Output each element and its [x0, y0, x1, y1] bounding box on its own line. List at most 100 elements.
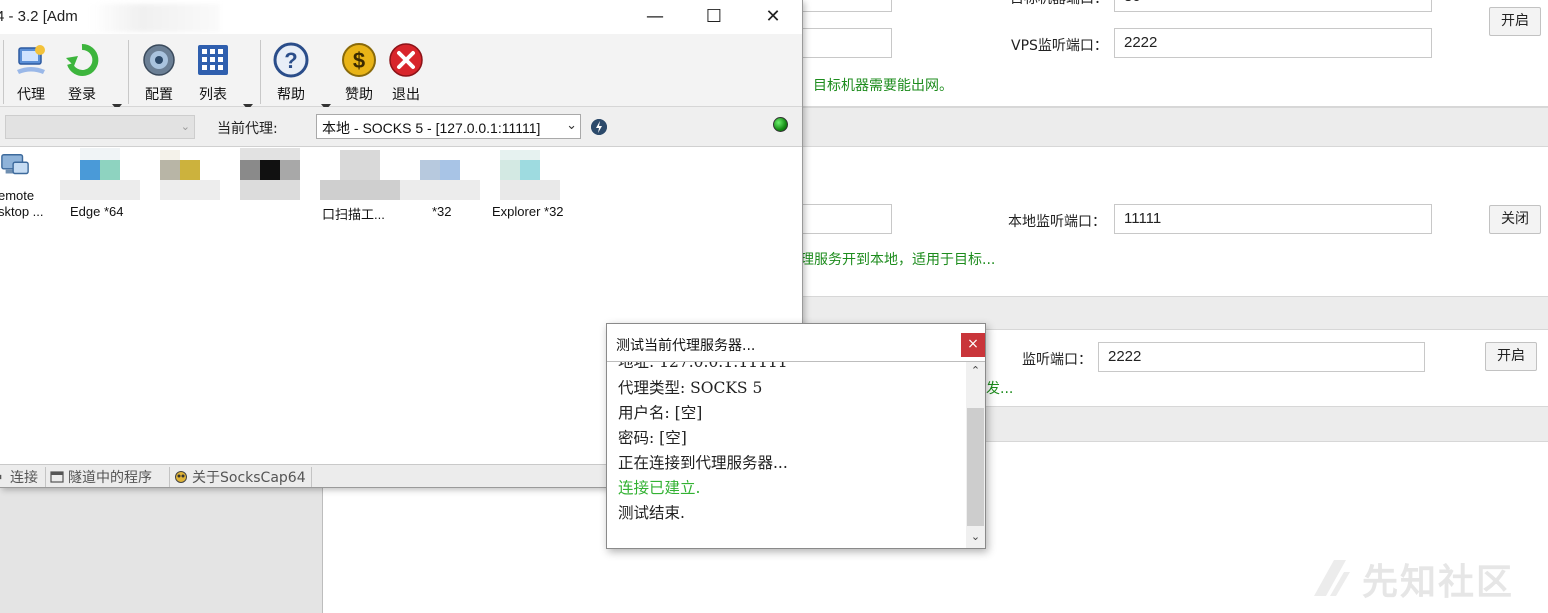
proxy-icon: [17, 45, 45, 74]
bg-local-port-input[interactable]: 11111: [1114, 204, 1432, 234]
list-label: 列表: [199, 87, 227, 103]
bg-start-button-2[interactable]: 开启: [1485, 342, 1537, 371]
svg-text:?: ?: [284, 48, 297, 73]
blurred-icon: [500, 160, 520, 180]
proxy-group-select[interactable]: ⌄: [5, 115, 195, 139]
bg-start-button-1[interactable]: 开启: [1489, 7, 1541, 36]
maximize-button[interactable]: ☐: [685, 0, 743, 34]
tab-connections[interactable]: 连接: [0, 467, 46, 487]
bg-note-outbound: 目标机器需要能出网。: [813, 78, 953, 94]
blurred-icon: [400, 180, 480, 200]
help-button[interactable]: ? 帮助: [266, 42, 316, 104]
bg-note-local: 理服务开到本地，适用于目标...: [800, 252, 996, 268]
chevron-down-icon: ⌄: [566, 117, 577, 132]
program-label: 口扫描工...: [322, 207, 385, 222]
toolbar: 代理 登录 配置 列表 ? 帮助 $ 赞助 退出: [0, 34, 802, 110]
exit-label: 退出: [392, 87, 420, 103]
blurred-icon: [500, 150, 540, 160]
log-line: 正在连接到代理服务器...: [618, 454, 788, 472]
toolbar-separator: [3, 40, 4, 104]
program-item[interactable]: [160, 148, 220, 202]
current-proxy-label: 当前代理:: [217, 121, 278, 137]
program-item[interactable]: Edge *64: [60, 148, 140, 224]
login-icon: [66, 43, 99, 76]
program-label: emote: [0, 188, 35, 203]
bg-listen-port-label: 监听端口：: [1022, 352, 1092, 368]
proxy-status-indicator: [773, 117, 788, 132]
list-button[interactable]: 列表: [188, 42, 238, 104]
config-button[interactable]: 配置: [134, 42, 184, 104]
login-label: 登录: [68, 87, 96, 103]
blurred-icon: [240, 148, 300, 160]
program-item[interactable]: Explorer *32: [480, 148, 580, 224]
bg-listen-port-input[interactable]: 2222: [1098, 342, 1425, 372]
blurred-icon: [80, 148, 120, 160]
dialog-title-bar: 测试当前代理服务器... ×: [607, 324, 985, 362]
test-proxy-dialog: 测试当前代理服务器... × 地址: 127.0.0.1:11111 代理类型:…: [606, 323, 986, 549]
donate-label: 赞助: [345, 87, 373, 103]
program-item[interactable]: emote sktop ...: [0, 148, 50, 224]
test-log: 地址: 127.0.0.1:11111 代理类型: SOCKS 5 用户名: […: [607, 362, 967, 548]
log-line: 密码: [空]: [618, 429, 687, 447]
test-proxy-icon[interactable]: [591, 119, 607, 135]
current-proxy-select[interactable]: 本地 - SOCKS 5 - [127.0.0.1:11111] ⌄: [316, 114, 581, 139]
blurred-icon: [240, 160, 260, 180]
blurred-icon: [280, 160, 300, 180]
program-item[interactable]: [240, 148, 300, 202]
proxy-bar: ⌄ 当前代理: 本地 - SOCKS 5 - [127.0.0.1:11111]…: [0, 107, 802, 147]
bg-target-port-input[interactable]: 80: [1114, 0, 1432, 12]
blurred-icon: [160, 150, 180, 160]
blurred-icon: [320, 180, 400, 200]
program-item[interactable]: *32: [400, 148, 480, 224]
login-button[interactable]: 登录: [57, 42, 107, 104]
blurred-icon: [520, 160, 540, 180]
program-label: Explorer *32: [492, 204, 564, 219]
tab-about[interactable]: 关于SocksCap64: [170, 467, 312, 487]
dialog-close-button[interactable]: ×: [961, 333, 985, 357]
sockscap-logo-icon: [175, 471, 187, 483]
toolbar-separator: [128, 40, 129, 104]
blurred-icon: [60, 180, 140, 200]
blurred-icon: [260, 160, 280, 180]
tab-tunneled-programs-label: 隧道中的程序: [68, 470, 152, 486]
bg-left-panel: [0, 487, 323, 613]
blurred-icon: [80, 160, 100, 180]
title-bar: 4 - 3.2 [Adm — ☐ ✕: [0, 0, 802, 34]
tab-tunneled-programs[interactable]: 隧道中的程序: [46, 467, 170, 487]
bg-note-reverse: 发...: [986, 381, 1014, 397]
blurred-icon: [100, 160, 120, 180]
exit-button[interactable]: 退出: [381, 42, 431, 104]
bg-vps-port-label: VPS监听端口：: [1011, 38, 1108, 54]
close-button[interactable]: ✕: [744, 0, 802, 34]
log-scrollbar[interactable]: ⌃ ⌄: [966, 362, 985, 548]
proxy-label: 代理: [17, 87, 45, 103]
title-redaction: [90, 4, 220, 32]
log-line: 测试结束.: [618, 504, 685, 522]
blurred-icon: [160, 180, 220, 200]
log-line: 用户名: [空]: [618, 404, 703, 422]
bg-target-port-label: 目标机器端口：: [1010, 0, 1108, 8]
watermark-text: 先知社区: [1362, 562, 1515, 603]
scrollbar-thumb[interactable]: [967, 408, 984, 526]
window-title: 4 - 3.2 [Adm: [0, 8, 78, 25]
program-label: *32: [432, 204, 452, 219]
proxy-button[interactable]: 代理: [6, 42, 56, 104]
scroll-up-icon[interactable]: ⌃: [966, 364, 985, 380]
program-label: Edge *64: [70, 204, 124, 219]
bg-local-port-label: 本地监听端口：: [1008, 214, 1106, 230]
tab-about-label: 关于SocksCap64: [192, 470, 306, 486]
current-proxy-value: 本地 - SOCKS 5 - [127.0.0.1:11111]: [322, 120, 541, 136]
blurred-icon: [420, 160, 440, 180]
blurred-icon: [500, 180, 560, 200]
dialog-title: 测试当前代理服务器...: [616, 338, 756, 354]
bg-vps-port-input[interactable]: 2222: [1114, 28, 1432, 58]
bg-close-button[interactable]: 关闭: [1489, 205, 1541, 234]
remote-desktop-icon: [1, 154, 29, 175]
connection-icon: [0, 474, 2, 480]
program-item[interactable]: 口扫描工...: [320, 148, 400, 224]
scroll-down-icon[interactable]: ⌄: [966, 530, 985, 546]
minimize-button[interactable]: —: [626, 0, 684, 34]
list-icon: [198, 45, 228, 75]
donate-button[interactable]: $ 赞助: [334, 42, 384, 104]
help-icon: ?: [273, 42, 309, 78]
